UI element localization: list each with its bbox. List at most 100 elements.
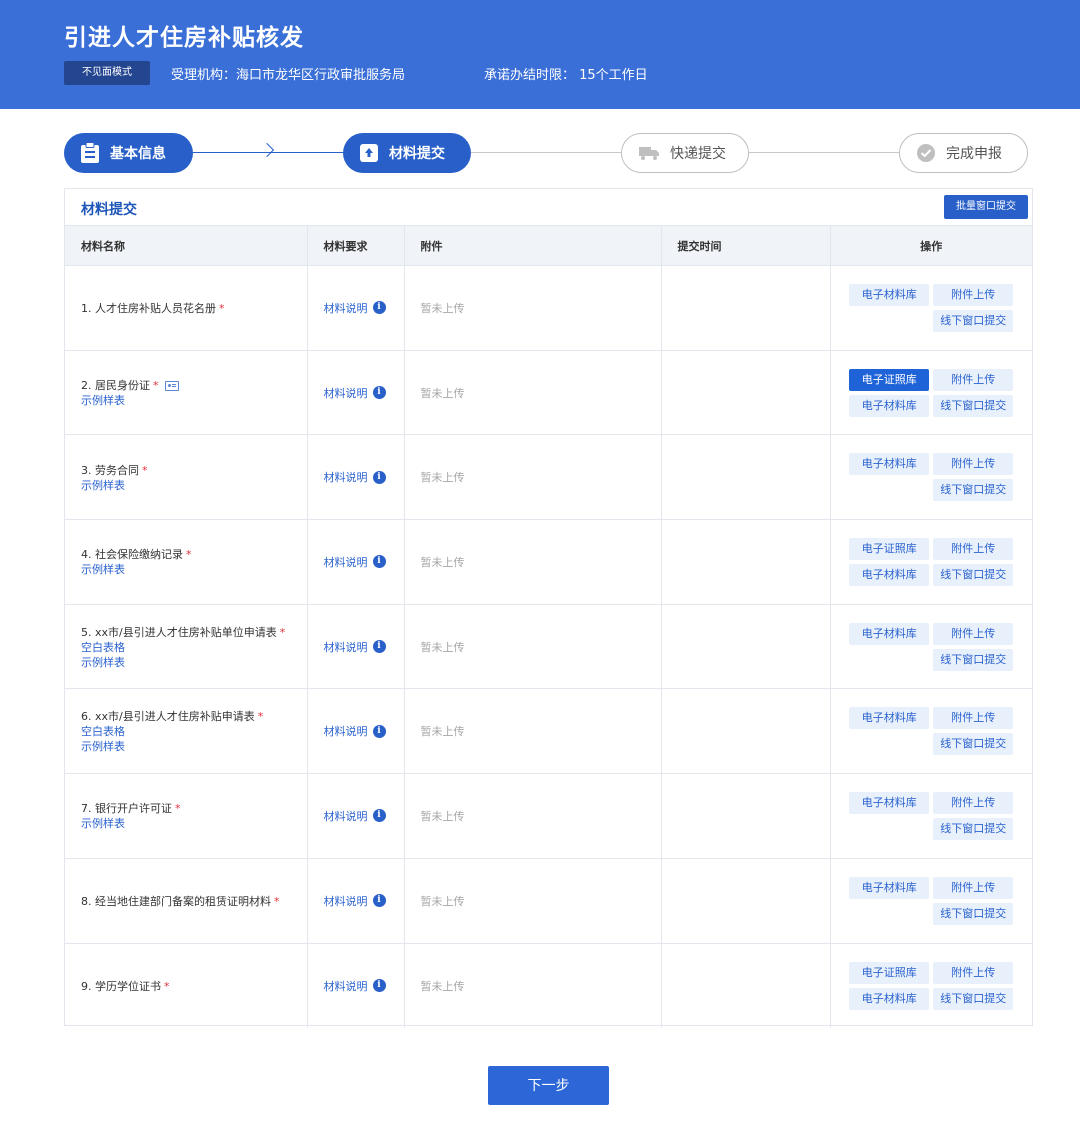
id-card-icon[interactable] xyxy=(164,381,179,392)
e-material-library-button[interactable]: 电子材料库 xyxy=(849,791,930,814)
submit-time-cell xyxy=(661,773,831,859)
column-header: 附件 xyxy=(404,225,662,266)
batch-window-submit-button[interactable]: 批量窗口提交 xyxy=(944,195,1028,219)
name-cell: 2. 居民身份证 * 示例样表 xyxy=(65,350,308,436)
e-material-library-button[interactable]: 电子材料库 xyxy=(849,622,930,645)
material-description-link[interactable]: 材料说明 i xyxy=(324,385,386,401)
required-mark: * xyxy=(279,625,286,639)
table-row: 3. 劳务合同 * 示例样表 材料说明 i 暂未上传 电子材料库 附件上传 线下窗口提交 xyxy=(65,434,1032,521)
e-material-library-button[interactable]: 电子材料库 xyxy=(849,563,930,586)
offline-window-submit-button[interactable]: 线下窗口提交 xyxy=(933,479,1014,502)
step-label: 快递提交 xyxy=(670,146,726,162)
required-mark: * xyxy=(153,379,159,393)
blank-form-link[interactable]: 空白表格 xyxy=(81,724,307,739)
name-cell: 7. 银行开户许可证 * 示例样表 xyxy=(65,773,308,859)
e-material-library-button[interactable]: 电子材料库 xyxy=(849,987,930,1010)
attachment-upload-button[interactable]: 附件上传 xyxy=(933,537,1014,560)
next-step-button[interactable]: 下一步 xyxy=(488,1066,609,1105)
material-name: 1. 人才住房补贴人员花名册 * xyxy=(81,301,225,315)
operations-cell: 电子材料库 附件上传线下窗口提交 xyxy=(830,858,1032,944)
e-license-library-button[interactable]: 电子证照库 xyxy=(849,961,930,984)
column-header: 材料要求 xyxy=(307,225,405,266)
offline-window-submit-button[interactable]: 线下窗口提交 xyxy=(933,394,1014,417)
material-description-link[interactable]: 材料说明 i xyxy=(324,978,386,994)
accepting-agency: 受理机构：海口市龙华区行政审批服务局 xyxy=(171,68,406,83)
offline-window-submit-button[interactable]: 线下窗口提交 xyxy=(933,817,1014,840)
attachment-upload-button[interactable]: 附件上传 xyxy=(933,791,1014,814)
table-header-row: 材料名称 材料要求 附件 提交时间 操作 xyxy=(65,225,1032,266)
material-description-link[interactable]: 材料说明 i xyxy=(324,300,386,316)
e-material-library-button[interactable]: 电子材料库 xyxy=(849,876,930,899)
material-name: 6. xx市/县引进人才住房补贴申请表 * xyxy=(81,710,264,724)
offline-window-submit-button[interactable]: 线下窗口提交 xyxy=(933,733,1014,756)
mode-badge: 不见面模式 xyxy=(64,61,150,85)
column-header: 提交时间 xyxy=(661,225,831,266)
material-description-link[interactable]: 材料说明 i xyxy=(324,808,386,824)
offline-window-submit-button[interactable]: 线下窗口提交 xyxy=(933,309,1014,332)
material-description-link[interactable]: 材料说明 i xyxy=(324,554,386,570)
submit-time-cell xyxy=(661,943,831,1028)
e-material-library-button[interactable]: 电子材料库 xyxy=(849,707,930,730)
material-description-link[interactable]: 材料说明 i xyxy=(324,723,386,739)
table-row: 2. 居民身份证 * 示例样表 材料说明 i 暂未上传 电子证照库 附件上传 电子材料库 线下窗口… xyxy=(65,350,1032,436)
attachment-cell: 暂未上传 xyxy=(404,434,662,521)
column-header: 材料名称 xyxy=(65,225,308,266)
attachment-cell: 暂未上传 xyxy=(404,519,662,605)
sample-form-link[interactable]: 示例样表 xyxy=(81,478,307,493)
name-cell: 3. 劳务合同 * 示例样表 xyxy=(65,434,308,521)
step-basic-info[interactable]: 基本信息 xyxy=(64,133,193,173)
e-license-library-button[interactable]: 电子证照库 xyxy=(849,537,930,560)
requirement-cell: 材料说明 i xyxy=(307,773,405,859)
offline-window-submit-button[interactable]: 线下窗口提交 xyxy=(933,902,1014,925)
attachment-upload-button[interactable]: 附件上传 xyxy=(933,453,1014,476)
requirement-cell: 材料说明 i xyxy=(307,434,405,521)
step-express-submit[interactable]: 快递提交 xyxy=(621,133,749,173)
attachment-cell: 暂未上传 xyxy=(404,350,662,436)
info-icon: i xyxy=(372,894,386,908)
row-actions: 电子材料库 附件上传线下窗口提交 xyxy=(831,707,1033,756)
material-description-link[interactable]: 材料说明 i xyxy=(324,639,386,655)
sample-form-link[interactable]: 示例样表 xyxy=(81,739,307,754)
requirement-cell: 材料说明 i xyxy=(307,265,405,351)
table-row: 1. 人才住房补贴人员花名册 * 材料说明 i 暂未上传 电子材料库 附件上传 线下窗口提交 xyxy=(65,265,1032,351)
e-material-library-button[interactable]: 电子材料库 xyxy=(849,453,930,476)
step-material-submit[interactable]: 材料提交 xyxy=(343,133,471,173)
required-mark: * xyxy=(219,301,225,315)
material-name: 8. 经当地住建部门备案的租赁证明材料 * xyxy=(81,894,280,908)
step-label: 材料提交 xyxy=(389,146,445,162)
attachment-upload-button[interactable]: 附件上传 xyxy=(933,622,1014,645)
material-description-link[interactable]: 材料说明 i xyxy=(324,469,386,485)
material-name: 3. 劳务合同 * xyxy=(81,463,148,477)
offline-window-submit-button[interactable]: 线下窗口提交 xyxy=(933,648,1014,671)
attachment-cell: 暂未上传 xyxy=(404,773,662,859)
info-icon: i xyxy=(372,809,386,823)
operations-cell: 电子材料库 附件上传线下窗口提交 xyxy=(830,265,1032,351)
info-icon: i xyxy=(372,640,386,654)
attachment-cell: 暂未上传 xyxy=(404,858,662,944)
e-material-library-button[interactable]: 电子材料库 xyxy=(849,394,930,417)
offline-window-submit-button[interactable]: 线下窗口提交 xyxy=(933,563,1014,586)
sample-form-link[interactable]: 示例样表 xyxy=(81,816,307,831)
attachment-upload-button[interactable]: 附件上传 xyxy=(933,368,1014,391)
operations-cell: 电子材料库 附件上传线下窗口提交 xyxy=(830,604,1032,690)
sample-form-link[interactable]: 示例样表 xyxy=(81,393,307,408)
sample-form-link[interactable]: 示例样表 xyxy=(81,562,307,577)
name-cell: 6. xx市/县引进人才住房补贴申请表 * 空白表格 示例样表 xyxy=(65,688,308,775)
blank-form-link[interactable]: 空白表格 xyxy=(81,640,307,655)
sample-form-link[interactable]: 示例样表 xyxy=(81,655,307,670)
step-complete[interactable]: 完成申报 xyxy=(899,133,1028,173)
column-header: 操作 xyxy=(830,225,1032,266)
e-material-library-button[interactable]: 电子材料库 xyxy=(849,283,930,306)
attachment-upload-button[interactable]: 附件上传 xyxy=(933,876,1014,899)
table-row: 5. xx市/县引进人才住房补贴单位申请表 * 空白表格 示例样表 材料说明 i 暂未上传电… xyxy=(65,604,1032,690)
table-row: 9. 学历学位证书 * 材料说明 i 暂未上传 电子证照库 附件上传 电子材料库 线下窗口提交 xyxy=(65,943,1032,1028)
offline-window-submit-button[interactable]: 线下窗口提交 xyxy=(933,987,1014,1010)
info-icon: i xyxy=(372,386,386,400)
attachment-upload-button[interactable]: 附件上传 xyxy=(933,707,1014,730)
e-license-library-button[interactable]: 电子证照库 xyxy=(849,368,930,391)
attachment-upload-button[interactable]: 附件上传 xyxy=(933,283,1014,306)
material-name: 2. 居民身份证 * xyxy=(81,379,179,392)
operations-cell: 电子证照库 附件上传 电子材料库 线下窗口提交 xyxy=(830,943,1032,1028)
attachment-upload-button[interactable]: 附件上传 xyxy=(933,961,1014,984)
material-description-link[interactable]: 材料说明 i xyxy=(324,893,386,909)
